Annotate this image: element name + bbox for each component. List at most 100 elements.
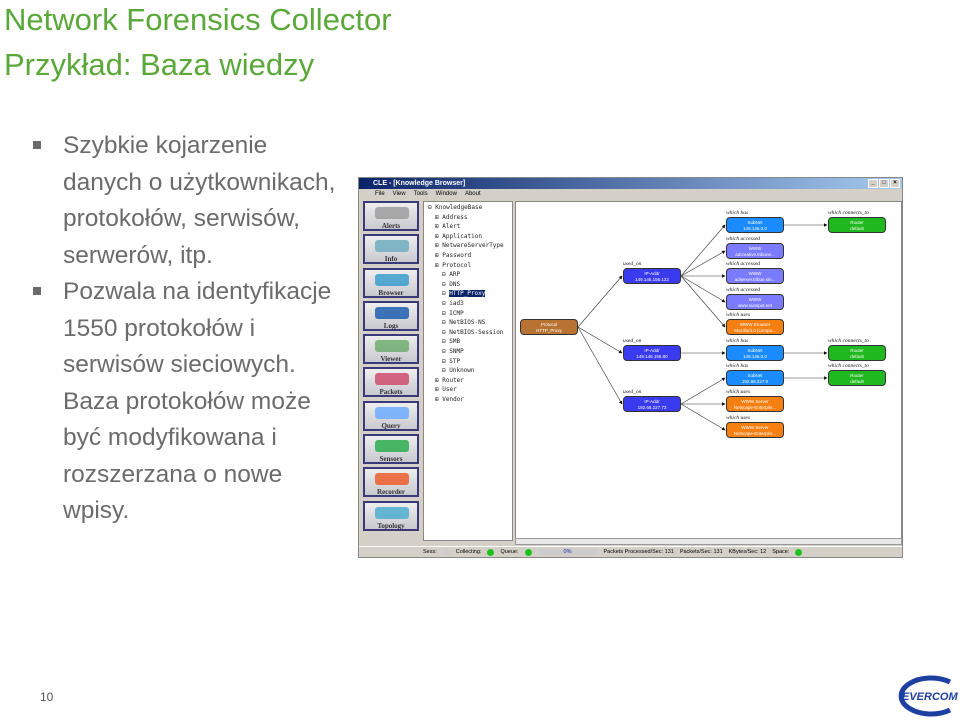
- graph-node[interactable]: SubNet 192.68.227.0: [726, 370, 784, 386]
- menu-view[interactable]: View: [393, 189, 406, 199]
- node-value: 192.68.227.73: [637, 405, 667, 410]
- tool-topology-button[interactable]: Topology: [363, 500, 419, 531]
- graph-edge: [680, 275, 726, 303]
- menu-file[interactable]: File: [375, 189, 385, 199]
- graph-node[interactable]: SubNet 149.146.0.0: [726, 217, 784, 233]
- tree-item[interactable]: ⊟ NetBIOS-Session: [428, 328, 512, 338]
- graph-node[interactable]: WWW Server Netscape-Enterpris...: [726, 422, 784, 438]
- tool-alerts-button[interactable]: Alerts: [363, 201, 419, 231]
- graph-edge: [680, 377, 726, 405]
- info-icon: [375, 240, 409, 253]
- tree-item[interactable]: ⊟ HTTP_Proxy: [428, 289, 512, 299]
- slide-subtitle: Przykład: Baza wiedzy: [4, 47, 315, 82]
- packets-processed: Packets Processed/Sec: 131: [603, 549, 674, 555]
- tree-item[interactable]: ⊞ User: [428, 385, 512, 395]
- tree-item[interactable]: ⊟ iad3: [428, 299, 512, 309]
- tool-sensors-button[interactable]: Sensors: [363, 434, 419, 465]
- graph-node[interactable]: WWW Server Netscape-Enterpris...: [726, 396, 784, 412]
- tree-item[interactable]: ⊟ ICMP: [428, 309, 512, 319]
- graph-node[interactable]: IP-Addr 149.146.155.122: [623, 268, 681, 284]
- node-value: adcreative.tribune...: [735, 252, 775, 257]
- graph-node[interactable]: SubNet 149.146.0.0: [726, 345, 784, 361]
- alerts-icon: [375, 207, 409, 219]
- graph-edge: [680, 403, 726, 431]
- graph-node[interactable]: Router default: [828, 345, 886, 361]
- graph-node[interactable]: WWW www.sunspot.net: [726, 294, 784, 310]
- tree-item[interactable]: ⊟ SMB: [428, 337, 512, 347]
- tool-label: Browser: [378, 288, 404, 297]
- tree-root[interactable]: ⊟ KnowledgeBase: [428, 203, 512, 213]
- graph-node[interactable]: WWW Browser Mozilla/4.0 (compa...: [726, 319, 784, 335]
- tree-item[interactable]: ⊟ Unknown: [428, 366, 512, 376]
- menu-tools[interactable]: Tools: [414, 189, 428, 199]
- node-value: HTTP_Proxy: [536, 328, 562, 333]
- bullet-item: Pozwala na identyfikacje 1550 protokołów…: [30, 274, 340, 530]
- maximize-button[interactable]: □: [879, 179, 889, 188]
- tool-logs-button[interactable]: Logs: [363, 300, 419, 331]
- relation-label: used_on: [623, 338, 642, 344]
- graph-node[interactable]: Router default: [828, 217, 886, 233]
- status-bar: Sess: Collecting: Queue: 0% Packets Proc…: [359, 546, 902, 557]
- menu-window[interactable]: Window: [436, 189, 457, 199]
- tool-packets-button[interactable]: Packets: [363, 367, 419, 398]
- tree-item[interactable]: ⊞ NetwareServerType: [428, 241, 512, 251]
- tree-item[interactable]: ⊟ NetBIOS-NS: [428, 318, 512, 328]
- knowledge-graph: Protocol HTTP_Proxy used_on IP-Addr 149.146.…: [515, 201, 902, 541]
- node-value: www.sunspot.net: [737, 303, 773, 308]
- tree-item[interactable]: ⊞ Vendor: [428, 395, 512, 405]
- tree-item[interactable]: ⊟ DNS: [428, 280, 512, 290]
- kbytes-per-sec: KBytes/Sec: 12: [728, 549, 767, 555]
- node-value: 149.146.0.0: [743, 354, 767, 359]
- tree-item[interactable]: ⊟ STP: [428, 357, 512, 367]
- horizontal-scrollbar[interactable]: [515, 538, 902, 545]
- tree-item-label: NetBIOS-NS: [449, 319, 486, 327]
- evercom-logo: EVERCOM: [898, 675, 958, 717]
- graph-edge: [577, 326, 623, 405]
- tree-item[interactable]: ⊞ Alert: [428, 222, 512, 232]
- menu-about[interactable]: About: [465, 189, 481, 199]
- relation-label: which uses: [726, 389, 750, 395]
- tree-item-label: Application: [442, 232, 482, 240]
- tree-item[interactable]: ⊞ Address: [428, 213, 512, 223]
- bullet-list: Szybkie kojarzenie danych o użytkownikac…: [30, 128, 340, 530]
- tool-viewer-button[interactable]: Viewer: [363, 334, 419, 365]
- close-button[interactable]: ×: [890, 179, 900, 188]
- relation-label: which accessed: [726, 287, 761, 293]
- tree-item-label: ARP: [449, 271, 461, 279]
- tool-query-button[interactable]: Query: [363, 400, 419, 431]
- graph-node[interactable]: WWW adserver.tribun.sin...: [726, 268, 784, 284]
- tree-item-label: SMB: [449, 338, 461, 346]
- relation-label: which has: [726, 210, 749, 216]
- node-value: 149.146.155.122: [635, 277, 669, 282]
- sensors-icon: [375, 440, 409, 453]
- tree-item[interactable]: ⊞ Password: [428, 251, 512, 261]
- tool-info-button[interactable]: Info: [363, 234, 419, 265]
- relation-label: which accessed: [726, 236, 761, 242]
- graph-node[interactable]: Protocol HTTP_Proxy: [520, 319, 578, 335]
- tree-item-label: Unknown: [449, 367, 475, 375]
- node-value: Netscape-Enterpris...: [733, 431, 777, 436]
- tree-item-label: Password: [442, 251, 472, 259]
- collecting-indicator-icon: [487, 548, 495, 556]
- app-window: CLE - [Knowledge Browser] _ □ × File View …: [358, 177, 903, 558]
- page-number: 10: [40, 690, 54, 704]
- tree-item-label: User: [442, 386, 457, 394]
- tool-recorder-button[interactable]: Recorder: [363, 467, 419, 498]
- tree-item[interactable]: ⊟ SNMP: [428, 347, 512, 357]
- logs-icon: [375, 306, 409, 319]
- graph-node[interactable]: IP-Addr 149.146.155.80: [623, 345, 681, 361]
- tree-item-label: Protocol: [442, 261, 472, 269]
- node-value: default: [850, 354, 864, 359]
- tree-item[interactable]: ⊞ Application: [428, 232, 512, 242]
- tree-item[interactable]: ⊞ Protocol: [428, 261, 512, 271]
- packets-per-sec: Packets/Sec: 131: [679, 549, 723, 555]
- graph-node[interactable]: IP-Addr 192.68.227.73: [623, 396, 681, 412]
- minimize-button[interactable]: _: [868, 179, 878, 188]
- graph-node[interactable]: Router default: [828, 370, 886, 386]
- tool-label: Info: [384, 255, 398, 264]
- graph-node[interactable]: WWW adcreative.tribune...: [726, 243, 784, 259]
- relation-label: which connects_to: [828, 363, 869, 369]
- tool-browser-button[interactable]: Browser: [363, 267, 419, 298]
- tree-item[interactable]: ⊞ Router: [428, 376, 512, 386]
- tree-item[interactable]: ⊟ ARP: [428, 270, 512, 280]
